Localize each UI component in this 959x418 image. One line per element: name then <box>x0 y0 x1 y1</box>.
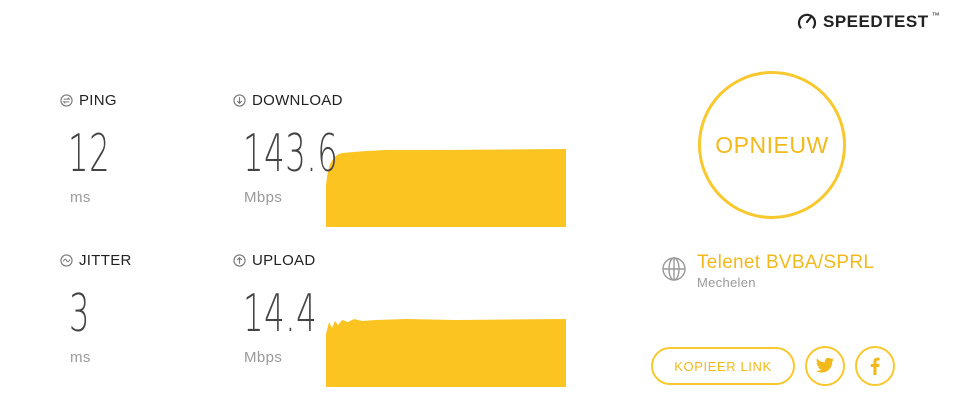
jitter-icon <box>60 254 73 267</box>
download-label: DOWNLOAD <box>233 92 343 109</box>
copy-link-button[interactable]: KOPIEER LINK <box>651 347 795 385</box>
upload-graph <box>326 319 566 387</box>
upload-arrow-icon <box>233 254 246 267</box>
jitter-label: JITTER <box>60 252 132 269</box>
upload-label-text: UPLOAD <box>252 252 316 269</box>
gauge-icon <box>797 13 817 29</box>
upload-unit: Mbps <box>244 349 283 366</box>
ping-unit: ms <box>70 189 91 206</box>
twitter-share-button[interactable] <box>805 346 845 386</box>
download-label-text: DOWNLOAD <box>252 92 343 109</box>
jitter-unit: ms <box>70 349 91 366</box>
facebook-icon <box>870 357 880 375</box>
restart-button-label: OPNIEUW <box>715 131 829 158</box>
upload-value: 14.4 <box>243 284 318 344</box>
twitter-icon <box>815 357 835 373</box>
isp-location: Mechelen <box>697 275 756 290</box>
download-graph-area <box>326 149 566 227</box>
globe-icon <box>662 257 686 281</box>
ping-label-text: PING <box>79 92 117 109</box>
ping-label: PING <box>60 92 117 109</box>
speedtest-logo: SPEEDTEST ™ <box>797 10 943 32</box>
restart-button[interactable]: OPNIEUW <box>698 71 846 219</box>
download-graph <box>326 149 566 227</box>
ping-value: 12 <box>68 124 111 184</box>
isp-name: Telenet BVBA/SPRL <box>697 252 875 273</box>
copy-link-label: KOPIEER LINK <box>674 358 772 374</box>
jitter-label-text: JITTER <box>79 252 132 269</box>
ping-icon <box>60 94 73 107</box>
download-value: 143.6 <box>243 124 339 184</box>
facebook-share-button[interactable] <box>855 346 895 386</box>
brand-name: SPEEDTEST <box>823 12 929 31</box>
upload-label: UPLOAD <box>233 252 316 269</box>
upload-graph-area <box>326 319 566 387</box>
brand-trademark: ™ <box>931 10 940 20</box>
download-arrow-icon <box>233 94 246 107</box>
download-unit: Mbps <box>244 189 283 206</box>
jitter-value: 3 <box>69 284 91 344</box>
